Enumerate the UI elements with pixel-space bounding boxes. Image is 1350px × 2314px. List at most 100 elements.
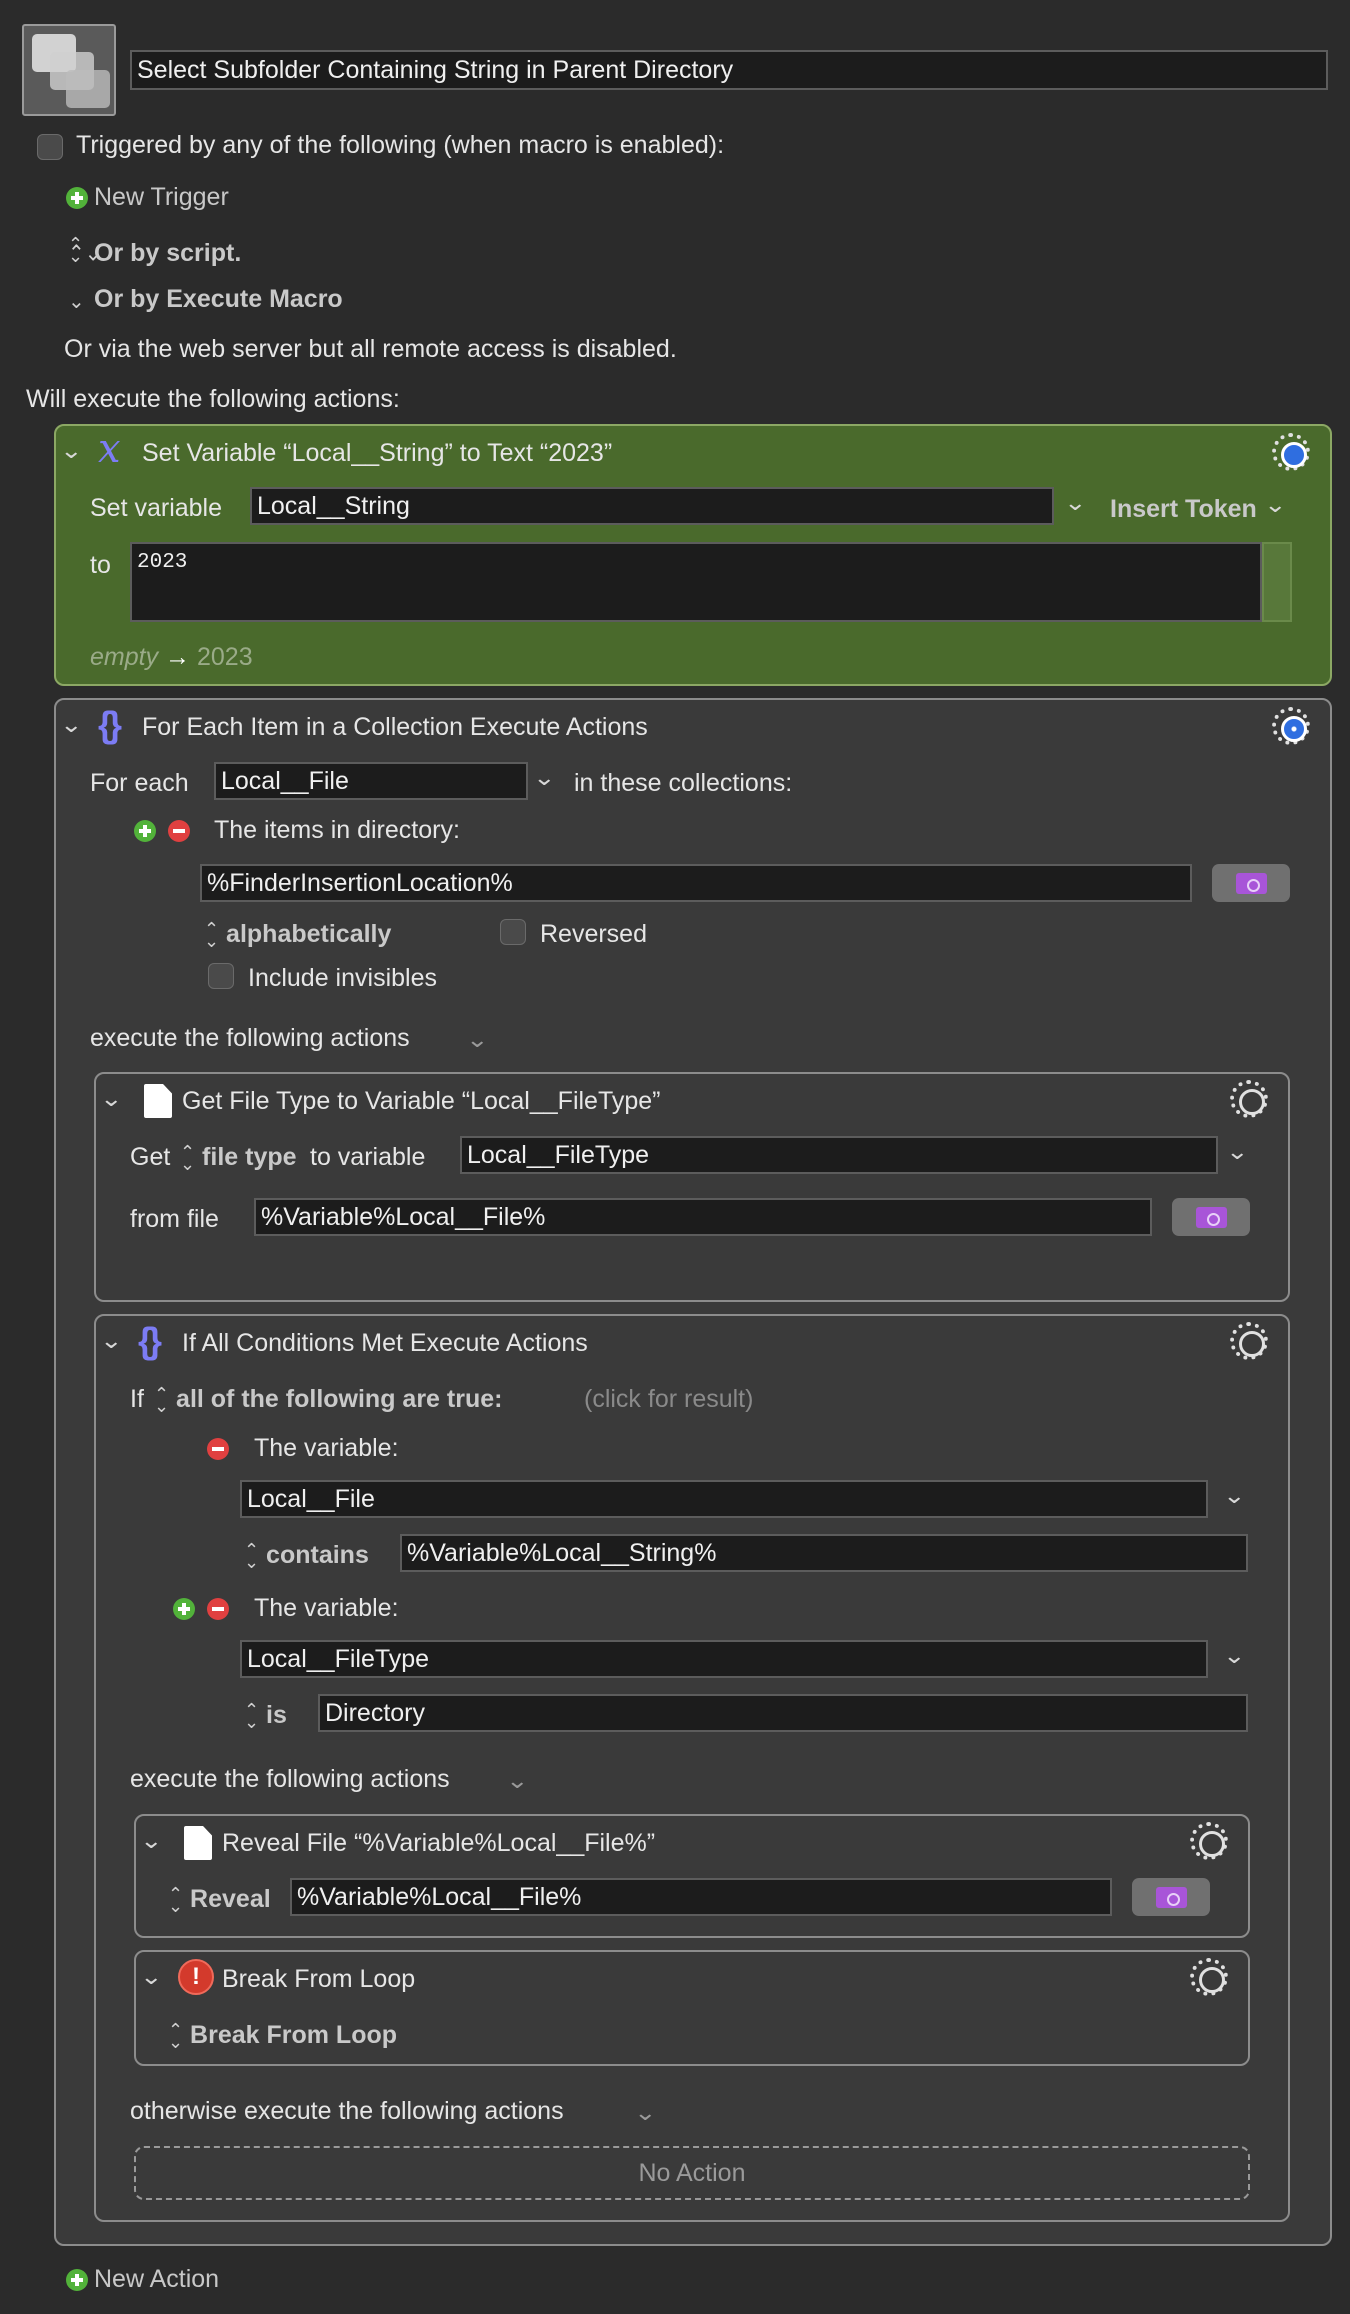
variable-dropdown-chevron-icon[interactable]: ⌄	[1226, 1139, 1249, 1165]
get-file-type-title: Get File Type to Variable “Local__FileTy…	[182, 1087, 661, 1115]
collapse-chevron-icon[interactable]: ⌄	[60, 438, 83, 464]
condition-1-value-field[interactable]: %Variable%Local__String%	[400, 1534, 1248, 1572]
triggered-label: Triggered by any of the following (when …	[76, 131, 725, 159]
insert-token-chevron-icon[interactable]: ⌄	[1264, 492, 1287, 518]
condition-1-operator-popup[interactable]: ⌃ ⌄ contains	[244, 1540, 369, 1573]
gear-icon[interactable]	[1190, 1958, 1228, 1996]
reveal-file-title: Reveal File “%Variable%Local__File%”	[222, 1829, 656, 1857]
condition-1-variable-field[interactable]: Local__File	[240, 1480, 1208, 1518]
to-label: to	[90, 551, 111, 579]
arrow-right-icon: →	[165, 643, 191, 671]
include-invisibles-label: Include invisibles	[248, 964, 437, 992]
web-server-note: Or via the web server but all remote acc…	[64, 335, 677, 363]
set-variable-title: Set Variable “Local__String” to Text “20…	[142, 439, 613, 467]
macro-icon[interactable]	[22, 24, 116, 116]
for-each-title: For Each Item in a Collection Execute Ac…	[142, 713, 648, 741]
variable-dropdown-chevron-icon[interactable]: ⌄	[1223, 1643, 1246, 1669]
new-action-button[interactable]: New Action	[94, 2265, 219, 2294]
gear-icon[interactable]	[1230, 1322, 1268, 1360]
updown-chevrons-icon: ⌃ ⌄	[68, 234, 84, 266]
new-trigger-button[interactable]: New Trigger	[94, 183, 229, 212]
macro-name-field[interactable]: Select Subfolder Containing String in Pa…	[130, 50, 1328, 90]
preview-value: 2023	[197, 643, 253, 671]
otherwise-menu-chevron-icon[interactable]: ⌄	[634, 2100, 657, 2126]
text-value-field[interactable]: 2023	[130, 542, 1262, 622]
add-collection-icon[interactable]	[134, 820, 156, 842]
updown-chevrons-icon: ⌃ ⌄	[180, 1142, 196, 1175]
set-variable-label: Set variable	[90, 494, 223, 522]
remove-collection-icon[interactable]	[168, 820, 190, 842]
in-collections-label: in these collections:	[574, 769, 793, 797]
condition-2-operator-label: is	[266, 1701, 287, 1729]
to-variable-label: to variable	[310, 1143, 426, 1171]
collapse-chevron-icon[interactable]: ⌄	[100, 1086, 123, 1112]
otherwise-execute-label: otherwise execute the following actions	[130, 2097, 564, 2125]
from-file-field[interactable]: %Variable%Local__File%	[254, 1198, 1152, 1236]
updown-chevrons-icon: ⌃ ⌄	[244, 1540, 260, 1573]
exclamation-icon: !	[178, 1959, 214, 1995]
new-trigger-add-icon[interactable]	[66, 187, 88, 209]
document-icon	[184, 1826, 212, 1860]
attribute-popup[interactable]: ⌃ ⌄ file type	[180, 1142, 297, 1175]
folder-picker-button[interactable]	[1172, 1198, 1250, 1236]
no-action-placeholder[interactable]: No Action	[134, 2146, 1250, 2200]
insert-token-button[interactable]: Insert Token	[1110, 495, 1257, 524]
x-variable-icon: x	[98, 426, 121, 472]
remove-condition-icon[interactable]	[207, 1438, 229, 1460]
sort-order-label: alphabetically	[226, 920, 392, 948]
updown-chevrons-icon: ⌃ ⌄	[244, 1700, 260, 1733]
condition-mode-label: all of the following are true:	[176, 1385, 503, 1413]
reveal-option-popup[interactable]: ⌃ ⌄ Reveal	[168, 1885, 271, 1915]
sort-order-popup[interactable]: ⌃ ⌄ alphabetically	[204, 919, 392, 952]
variable-dropdown-chevron-icon[interactable]: ⌄	[1223, 1483, 1246, 1509]
execute-menu-chevron-icon[interactable]: ⌄	[466, 1027, 489, 1053]
loop-variable-chevron-icon[interactable]: ⌄	[533, 765, 556, 791]
condition-mode-popup[interactable]: ⌃ ⌄ all of the following are true:	[154, 1385, 503, 1415]
or-by-execute-macro-label[interactable]: Or by Execute Macro	[94, 285, 343, 314]
gear-icon[interactable]	[1230, 1080, 1268, 1118]
execute-menu-chevron-icon[interactable]: ⌄	[506, 1768, 529, 1794]
reversed-checkbox[interactable]	[500, 919, 526, 945]
condition-1-operator-label: contains	[266, 1541, 369, 1569]
get-label: Get	[130, 1143, 171, 1171]
collapse-chevron-icon[interactable]: ⌄	[140, 1964, 163, 1990]
or-by-script-label[interactable]: Or by script.	[94, 239, 241, 268]
folder-icon	[1236, 873, 1267, 894]
variable-name-field[interactable]: Local__String	[250, 487, 1054, 525]
gear-icon[interactable]	[1190, 1822, 1228, 1860]
for-each-label: For each	[90, 769, 189, 797]
folder-picker-button[interactable]	[1132, 1878, 1210, 1916]
items-in-directory-label: The items in directory:	[214, 816, 460, 844]
reveal-file-field[interactable]: %Variable%Local__File%	[290, 1878, 1112, 1916]
gear-icon[interactable]	[1272, 707, 1310, 745]
folder-picker-button[interactable]	[1212, 864, 1290, 902]
condition-2-operator-popup[interactable]: ⌃ ⌄ is	[244, 1700, 287, 1733]
click-for-result-link[interactable]: (click for result)	[584, 1385, 753, 1414]
file-type-variable-field[interactable]: Local__FileType	[460, 1136, 1218, 1174]
include-invisibles-checkbox[interactable]	[208, 963, 234, 989]
braces-icon: {}	[138, 1320, 162, 1361]
updown-chevrons-icon: ⌃ ⌄	[204, 919, 220, 952]
break-option-popup[interactable]: ⌃ ⌄ Break From Loop	[168, 2020, 398, 2053]
chevron-down-icon[interactable]: ⌄	[68, 289, 85, 314]
triggered-checkbox[interactable]	[37, 134, 63, 160]
collapse-chevron-icon[interactable]: ⌄	[60, 712, 83, 738]
condition-2-variable-field[interactable]: Local__FileType	[240, 1640, 1208, 1678]
updown-chevrons-icon: ⌃ ⌄	[168, 2020, 184, 2053]
condition-2-value-field[interactable]: Directory	[318, 1694, 1248, 1732]
collapse-chevron-icon[interactable]: ⌄	[100, 1328, 123, 1354]
loop-variable-field[interactable]: Local__File	[214, 762, 528, 800]
collapse-chevron-icon[interactable]: ⌄	[140, 1828, 163, 1854]
text-field-resize-handle[interactable]	[1262, 542, 1292, 622]
break-option-label: Break From Loop	[190, 2021, 398, 2049]
if-label: If	[130, 1385, 144, 1413]
attribute-label: file type	[202, 1143, 297, 1171]
directory-field[interactable]: %FinderInsertionLocation%	[200, 864, 1192, 902]
new-action-add-icon[interactable]	[66, 2269, 88, 2291]
remove-condition-icon[interactable]	[207, 1598, 229, 1620]
folder-icon	[1196, 1207, 1227, 1228]
variable-dropdown-chevron-icon[interactable]: ⌄	[1064, 490, 1087, 516]
will-execute-label: Will execute the following actions:	[26, 385, 400, 413]
add-condition-icon[interactable]	[173, 1598, 195, 1620]
gear-icon[interactable]	[1272, 433, 1310, 471]
